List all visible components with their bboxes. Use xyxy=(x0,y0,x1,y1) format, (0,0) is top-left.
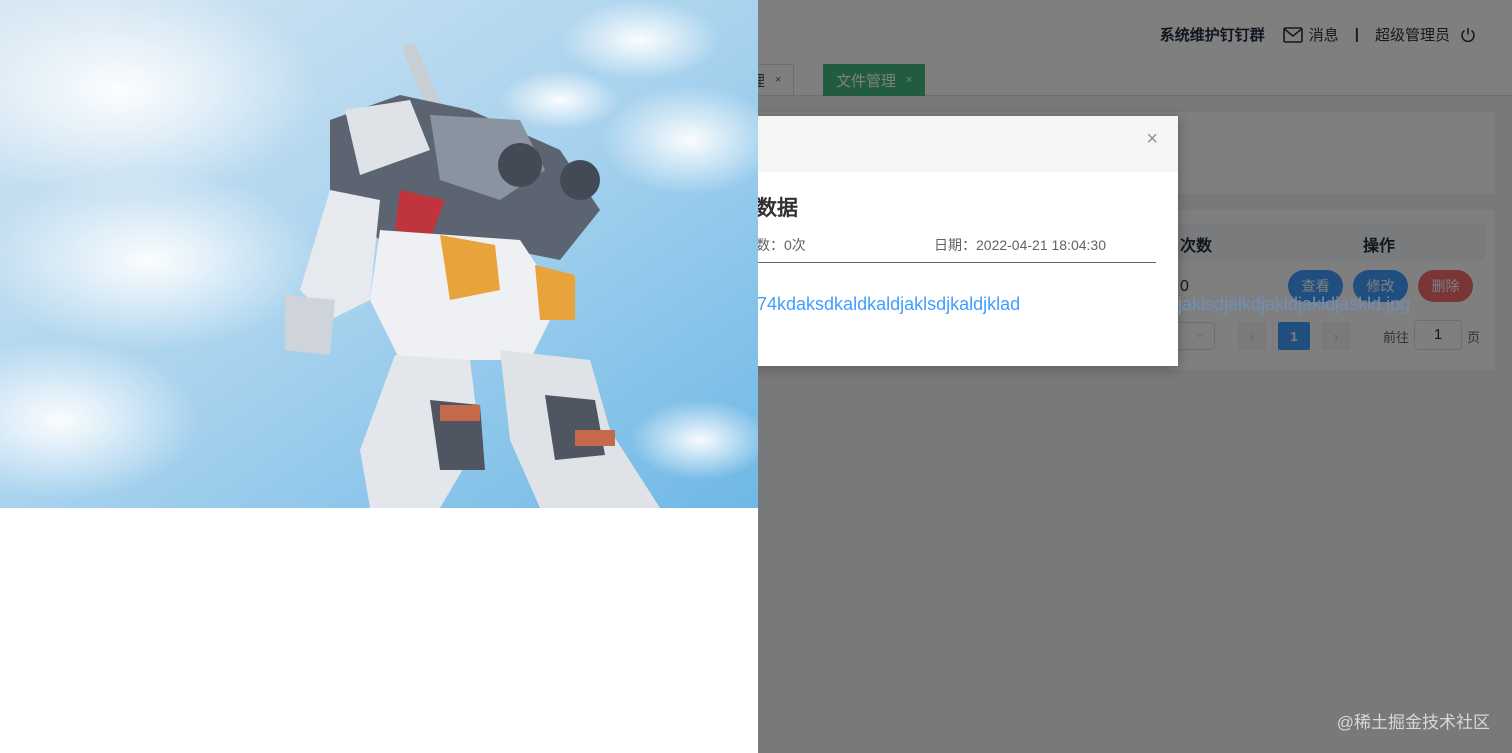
watermark-text: @稀土掘金技术社区 xyxy=(1336,713,1490,732)
close-icon[interactable]: × xyxy=(1146,128,1158,151)
dialog-header: × xyxy=(740,116,1178,172)
upload-date: 日期：2022-04-21 18:04:30 xyxy=(934,237,1106,253)
file-detail-dialog: × 数据 数：0次 日期：2022-04-21 18:04:30 74kdaks… xyxy=(740,116,1178,366)
download-count: 数：0次 xyxy=(756,237,806,253)
dialog-meta: 数：0次 日期：2022-04-21 18:04:30 xyxy=(756,235,1156,263)
file-link[interactable]: 74kdaksdkaldkaldjaklsdjkaldjklad xyxy=(757,294,1020,315)
file-link-overflow[interactable]: jaklsdjalkdjakldjakldjaskld.jpg xyxy=(1178,294,1410,315)
image-preview-panel xyxy=(0,0,758,753)
preview-image[interactable] xyxy=(0,0,758,508)
dialog-title: 数据 xyxy=(756,197,798,220)
